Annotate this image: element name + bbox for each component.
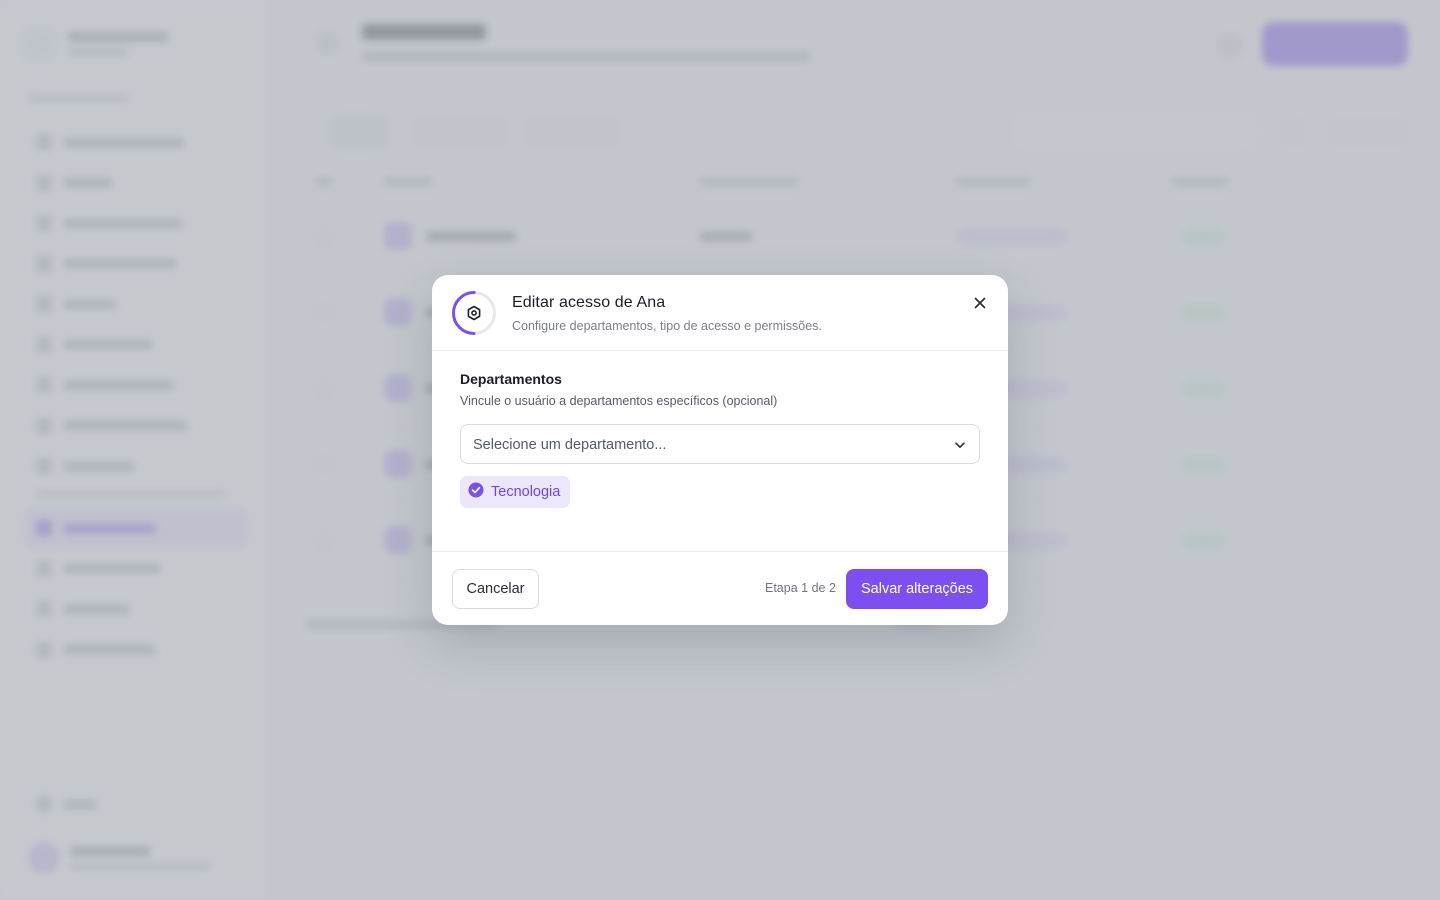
step-indicator: Etapa 1 de 2 [765,581,836,595]
departments-label: Departamentos [460,371,562,387]
save-changes-button[interactable]: Salvar alterações [846,569,988,609]
close-icon[interactable] [970,293,990,313]
departments-help: Vincule o usuário a departamentos especí… [460,394,778,408]
department-select-placeholder: Selecione um departamento... [473,437,667,453]
modal-subtitle: Configure departamentos, tipo de acesso … [512,319,822,333]
hexagon-settings-icon [467,305,481,321]
modal-footer: Cancelar Etapa 1 de 2 Salvar alterações [432,551,1008,625]
chevron-down-icon [953,438,967,457]
department-select[interactable]: Selecione um departamento... [460,424,980,464]
modal-body: Departamentos Vincule o usuário a depart… [460,371,980,508]
step-progress-ring [452,291,496,335]
department-tag-tecnologia[interactable]: Tecnologia [460,476,571,508]
cancel-button[interactable]: Cancelar [452,569,539,609]
modal-header: Editar acesso de Ana Configure departame… [432,275,1008,351]
modal-title: Editar acesso de Ana [512,294,666,311]
department-tag-label: Tecnologia [491,484,561,500]
check-circle-icon [468,482,484,503]
edit-access-modal: Editar acesso de Ana Configure departame… [432,275,1008,625]
